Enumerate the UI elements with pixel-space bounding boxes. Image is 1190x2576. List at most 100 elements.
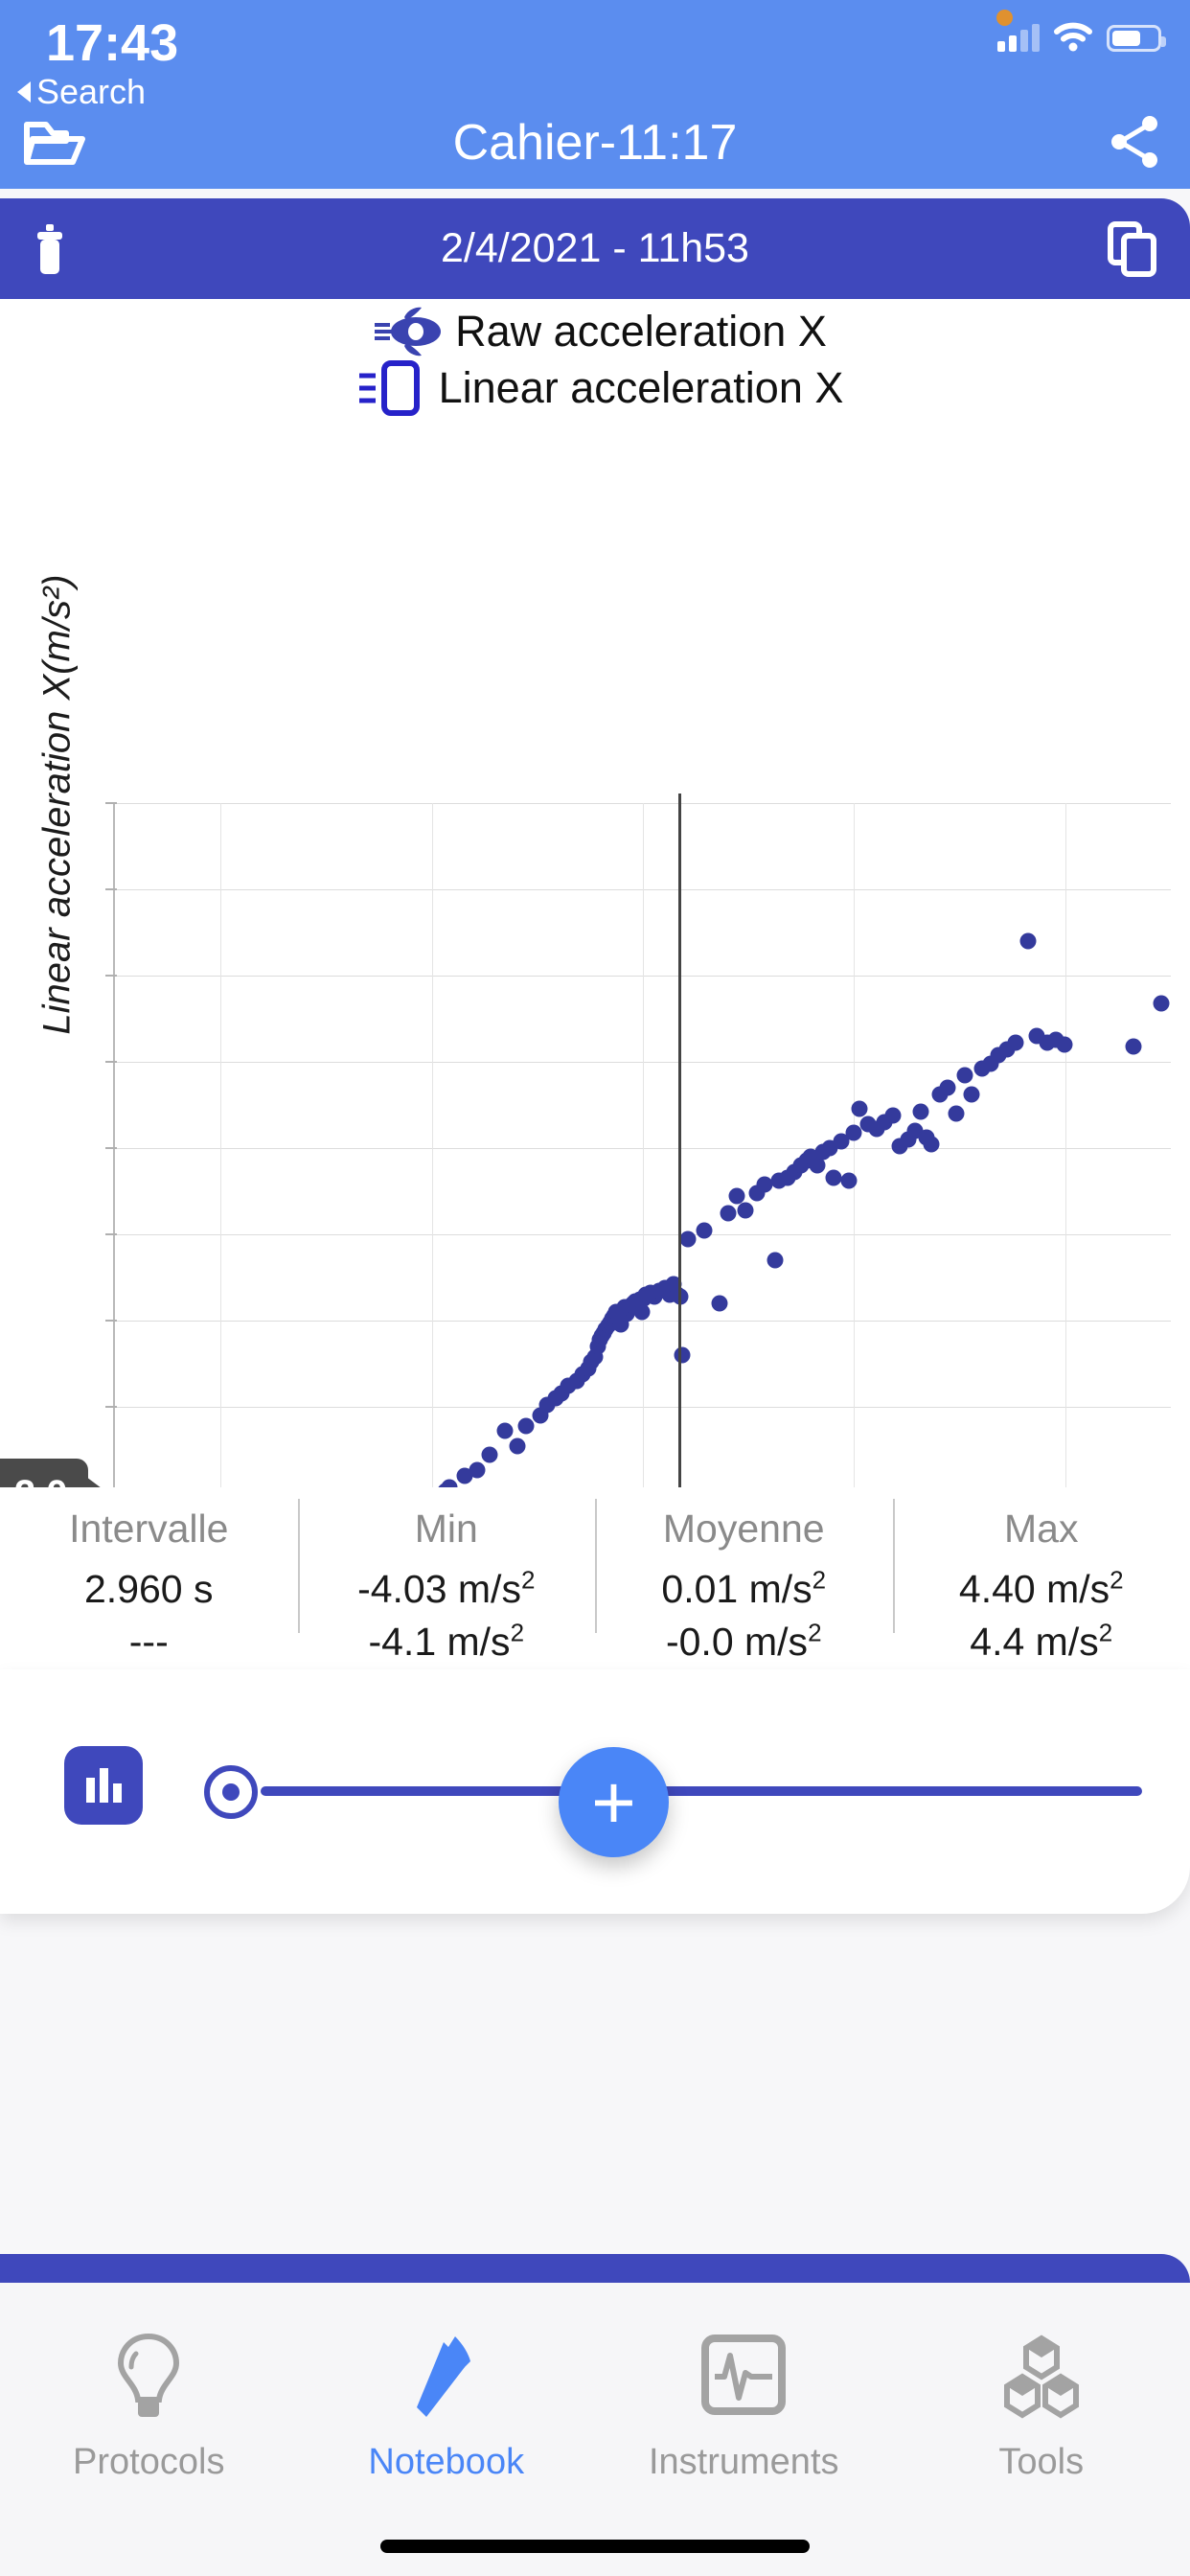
scatter-point	[1019, 932, 1037, 950]
status-bar: 17:43 Search	[0, 0, 1190, 111]
scatter-point	[923, 1136, 940, 1152]
record-card: 2/4/2021 - 11h53 Raw acceleration X Line…	[0, 198, 1190, 2254]
nav-bar: Cahier-11:17	[0, 96, 1190, 189]
stat-value: 0.01 m/s2	[661, 1565, 827, 1611]
scatter-point	[633, 1303, 651, 1321]
scatter-point	[469, 1461, 486, 1479]
stat-value: -0.0 m/s2	[665, 1618, 822, 1665]
scatter-point	[767, 1252, 784, 1269]
scatter-point	[674, 1346, 691, 1364]
add-button[interactable]: +	[559, 1747, 669, 1857]
scatter-point	[884, 1107, 902, 1124]
scatter-point	[711, 1295, 728, 1312]
y-tick-mark	[105, 1406, 117, 1408]
stat-column: Min -4.03 m/s2 -4.1 m/s2	[297, 1487, 596, 1669]
battery-icon	[1107, 25, 1166, 52]
slider-thumb-icon	[222, 1783, 240, 1801]
scatter-point	[956, 1067, 973, 1084]
stats-row: Intervalle 2.960 s --- Min -4.03 m/s2 -4.1 m/…	[0, 1487, 1190, 1669]
stat-header: Intervalle	[69, 1506, 229, 1551]
stat-unit-exponent: 2	[1098, 1618, 1113, 1647]
scatter-point	[1007, 1034, 1024, 1051]
scatter-point	[912, 1103, 929, 1120]
scatter-point	[496, 1422, 514, 1439]
tab-label-tools: Tools	[998, 2442, 1085, 2482]
stat-value: 4.40 m/s2	[958, 1565, 1124, 1611]
tab-instruments[interactable]: Instruments	[595, 2283, 893, 2483]
stat-unit-exponent: 2	[510, 1618, 525, 1647]
tab-label-notebook: Notebook	[368, 2442, 525, 2482]
stat-header: Moyenne	[662, 1506, 825, 1551]
scatter-point	[1056, 1036, 1073, 1053]
cellular-signal-icon	[997, 23, 1040, 52]
scatter-point	[756, 1176, 773, 1193]
y-tick-mark	[105, 1061, 117, 1063]
tab-label-instruments: Instruments	[648, 2442, 839, 2482]
stat-value: ---	[128, 1620, 169, 1665]
add-button-label: +	[591, 1759, 636, 1845]
chart-card-body: Raw acceleration X Linear acceleration X…	[0, 299, 1190, 1867]
tab-notebook[interactable]: Notebook	[298, 2283, 596, 2483]
stat-column: Moyenne 0.01 m/s2 -0.0 m/s2	[595, 1487, 893, 1669]
scatter-point	[509, 1438, 526, 1455]
scatter-point	[517, 1417, 535, 1435]
scatter-point	[1153, 995, 1170, 1012]
tab-label-protocols: Protocols	[73, 2442, 225, 2482]
tab-tools[interactable]: Tools	[893, 2283, 1190, 2483]
share-button[interactable]	[1092, 99, 1179, 185]
y-tick-mark	[105, 888, 117, 890]
record-title: 2/4/2021 - 11h53	[441, 225, 749, 271]
stat-unit-exponent: 2	[808, 1618, 822, 1647]
scatter-point	[851, 1100, 868, 1117]
scatter-point	[679, 1230, 697, 1247]
stat-column: Max 4.40 m/s2 4.4 m/s2	[892, 1487, 1190, 1669]
stat-value: -4.1 m/s2	[368, 1618, 525, 1665]
duplicate-button[interactable]	[1094, 211, 1171, 288]
scatter-point	[825, 1169, 842, 1186]
scatter-point	[728, 1187, 745, 1204]
chart-type-button[interactable]	[64, 1746, 143, 1825]
tab-protocols[interactable]: Protocols	[0, 2283, 298, 2483]
tab-bar: Protocols Notebook Instruments Tools	[0, 2283, 1190, 2576]
stat-value: -4.03 m/s2	[357, 1565, 536, 1611]
record-header: 2/4/2021 - 11h53	[0, 198, 1190, 299]
stat-unit-exponent: 2	[1110, 1565, 1124, 1595]
stat-value: 2.960 s	[84, 1567, 214, 1611]
y-tick-mark	[105, 802, 117, 804]
share-icon	[1111, 116, 1157, 168]
oscilloscope-icon	[701, 2334, 787, 2415]
status-bar-icons	[997, 21, 1166, 52]
scatter-point	[481, 1446, 498, 1462]
time-slider-track[interactable]	[261, 1786, 1142, 1796]
y-tick-mark	[105, 1147, 117, 1149]
scatter-point	[1125, 1038, 1142, 1055]
scatter-point	[696, 1222, 713, 1238]
stat-value: 4.4 m/s2	[970, 1618, 1113, 1665]
home-indicator	[380, 2540, 810, 2553]
pen-icon	[416, 2336, 470, 2417]
stat-unit-exponent: 2	[812, 1565, 827, 1595]
stat-header: Min	[414, 1506, 478, 1551]
scatter-point	[939, 1079, 956, 1096]
scatter-point	[737, 1202, 754, 1219]
page-title: Cahier-11:17	[452, 114, 738, 171]
top-blue-region: 17:43 Search Cahier-11:17	[0, 0, 1190, 189]
stat-column: Intervalle 2.960 s ---	[0, 1487, 298, 1669]
duplicate-icon	[1108, 221, 1156, 277]
scatter-point	[840, 1172, 858, 1189]
stat-header: Max	[1004, 1506, 1079, 1551]
blocks-icon	[1003, 2334, 1079, 2419]
y-tick-mark	[105, 975, 117, 977]
cursor-toggle-button[interactable]	[204, 1765, 258, 1819]
wifi-icon	[1054, 22, 1092, 52]
scatter-point	[948, 1105, 965, 1122]
bottom-accent-bar	[0, 2254, 1190, 2283]
y-tick-mark	[105, 1233, 117, 1235]
lightbulb-icon	[118, 2333, 180, 2417]
status-bar-time: 17:43	[46, 14, 179, 72]
bar-chart-icon	[86, 1768, 122, 1803]
y-tick-mark	[105, 1320, 117, 1322]
scatter-chart[interactable]: Linear acceleration X(m/s²) Raw accelera…	[0, 299, 1190, 1867]
y-axis-label: Linear acceleration X(m/s²)	[35, 574, 79, 1035]
scatter-point	[720, 1205, 737, 1221]
